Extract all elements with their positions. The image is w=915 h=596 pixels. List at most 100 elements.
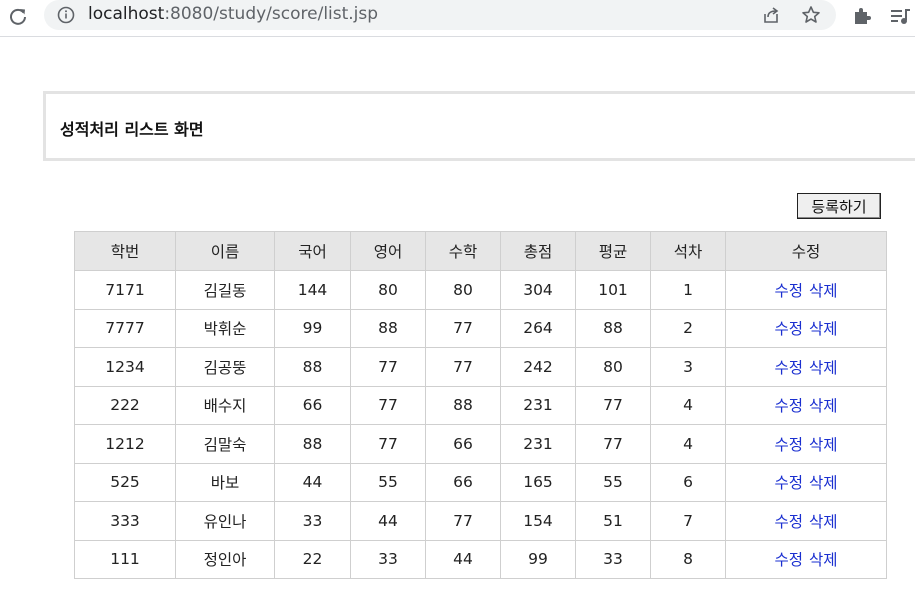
cell-total: 165 (500, 462, 576, 502)
table-row: 7777 박휘순 99 88 77 264 88 2 수정 삭제 (74, 308, 887, 348)
cell-total: 154 (500, 501, 576, 541)
url-host: localhost (88, 4, 165, 24)
cell-rank: 1 (650, 270, 726, 310)
header-average: 평균 (575, 231, 651, 271)
star-icon[interactable] (800, 4, 822, 26)
cell-student-id: 7171 (74, 270, 176, 310)
cell-math: 77 (425, 308, 501, 348)
reload-icon[interactable] (4, 3, 32, 31)
cell-math: 66 (425, 462, 501, 502)
edit-link[interactable]: 수정 (774, 436, 803, 454)
cell-total: 304 (500, 270, 576, 310)
header-edit: 수정 (725, 231, 887, 271)
cell-english: 80 (350, 270, 426, 310)
edit-link[interactable]: 수정 (774, 474, 803, 492)
delete-link[interactable]: 삭제 (809, 551, 838, 569)
cell-average: 33 (575, 539, 651, 579)
cell-average: 77 (575, 385, 651, 425)
cell-name: 바보 (175, 462, 275, 502)
cell-english: 77 (350, 385, 426, 425)
cell-english: 88 (350, 308, 426, 348)
edit-link[interactable]: 수정 (774, 320, 803, 338)
cell-actions: 수정 삭제 (725, 385, 887, 425)
cell-actions: 수정 삭제 (725, 347, 887, 387)
puzzle-icon[interactable] (850, 4, 874, 28)
delete-link[interactable]: 삭제 (809, 397, 838, 415)
table-row: 7171 김길동 144 80 80 304 101 1 수정 삭제 (74, 270, 887, 310)
edit-link[interactable]: 수정 (774, 359, 803, 377)
cell-name: 김공뚱 (175, 347, 275, 387)
cell-total: 264 (500, 308, 576, 348)
header-total: 총점 (500, 231, 576, 271)
edit-link[interactable]: 수정 (774, 282, 803, 300)
cell-name: 정인아 (175, 539, 275, 579)
address-bar[interactable]: localhost:8080/study/score/list.jsp (44, 0, 836, 30)
cell-average: 88 (575, 308, 651, 348)
cell-actions: 수정 삭제 (725, 501, 887, 541)
table-row: 1212 김말숙 88 77 66 231 77 4 수정 삭제 (74, 424, 887, 464)
cell-student-id: 525 (74, 462, 176, 502)
header-math: 수학 (425, 231, 501, 271)
cell-korean: 99 (274, 308, 351, 348)
cell-actions: 수정 삭제 (725, 270, 887, 310)
cell-name: 김길동 (175, 270, 275, 310)
edit-link[interactable]: 수정 (774, 551, 803, 569)
delete-link[interactable]: 삭제 (809, 474, 838, 492)
edit-link[interactable]: 수정 (774, 397, 803, 415)
table-row: 525 바보 44 55 66 165 55 6 수정 삭제 (74, 462, 887, 502)
cell-korean: 44 (274, 462, 351, 502)
cell-korean: 88 (274, 424, 351, 464)
table-row: 333 유인나 33 44 77 154 51 7 수정 삭제 (74, 501, 887, 541)
header-student-id: 학번 (74, 231, 176, 271)
header-rank: 석차 (650, 231, 726, 271)
cell-rank: 7 (650, 501, 726, 541)
cell-student-id: 111 (74, 539, 176, 579)
cell-name: 유인나 (175, 501, 275, 541)
table-row: 1234 김공뚱 88 77 77 242 80 3 수정 삭제 (74, 347, 887, 387)
table-header-row: 학번 이름 국어 영어 수학 총점 평균 석차 수정 (74, 231, 887, 271)
info-icon[interactable] (57, 6, 75, 24)
register-button[interactable]: 등록하기 (797, 193, 881, 219)
cell-math: 66 (425, 424, 501, 464)
cell-korean: 33 (274, 501, 351, 541)
table-row: 222 배수지 66 77 88 231 77 4 수정 삭제 (74, 385, 887, 425)
url-text[interactable]: localhost:8080/study/score/list.jsp (88, 4, 378, 24)
cell-student-id: 222 (74, 385, 176, 425)
cell-average: 51 (575, 501, 651, 541)
delete-link[interactable]: 삭제 (809, 513, 838, 531)
cell-math: 44 (425, 539, 501, 579)
cell-rank: 4 (650, 385, 726, 425)
cell-actions: 수정 삭제 (725, 424, 887, 464)
cell-math: 80 (425, 270, 501, 310)
cell-english: 77 (350, 347, 426, 387)
share-icon[interactable] (760, 4, 782, 26)
cell-rank: 3 (650, 347, 726, 387)
cell-name: 배수지 (175, 385, 275, 425)
page-title: 성적처리 리스트 화면 (60, 120, 204, 139)
page-header-box: 성적처리 리스트 화면 (43, 91, 915, 161)
cell-actions: 수정 삭제 (725, 539, 887, 579)
media-queue-icon[interactable] (888, 4, 912, 28)
cell-total: 242 (500, 347, 576, 387)
cell-korean: 66 (274, 385, 351, 425)
cell-student-id: 1212 (74, 424, 176, 464)
delete-link[interactable]: 삭제 (809, 282, 838, 300)
table-row: 111 정인아 22 33 44 99 33 8 수정 삭제 (74, 539, 887, 579)
delete-link[interactable]: 삭제 (809, 359, 838, 377)
edit-link[interactable]: 수정 (774, 513, 803, 531)
cell-math: 77 (425, 347, 501, 387)
cell-actions: 수정 삭제 (725, 308, 887, 348)
cell-average: 101 (575, 270, 651, 310)
cell-korean: 144 (274, 270, 351, 310)
cell-korean: 88 (274, 347, 351, 387)
header-korean: 국어 (274, 231, 351, 271)
delete-link[interactable]: 삭제 (809, 320, 838, 338)
cell-math: 88 (425, 385, 501, 425)
cell-rank: 6 (650, 462, 726, 502)
delete-link[interactable]: 삭제 (809, 436, 838, 454)
header-name: 이름 (175, 231, 275, 271)
cell-average: 77 (575, 424, 651, 464)
cell-english: 44 (350, 501, 426, 541)
cell-english: 77 (350, 424, 426, 464)
cell-name: 김말숙 (175, 424, 275, 464)
